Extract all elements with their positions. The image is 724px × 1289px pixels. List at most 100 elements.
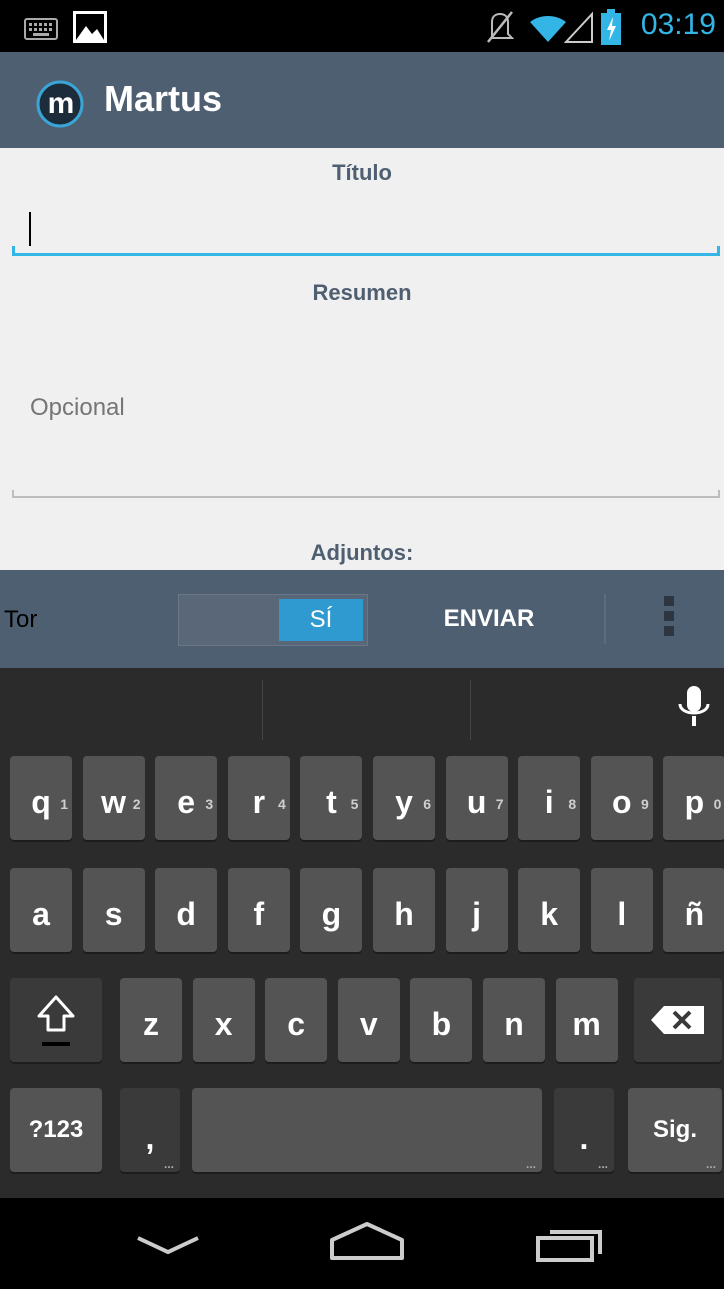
microphone-icon[interactable] — [676, 684, 712, 737]
key-y[interactable]: y6 — [373, 756, 435, 840]
key-g[interactable]: g — [300, 868, 363, 952]
backspace-icon — [651, 1006, 704, 1034]
key-i[interactable]: i8 — [518, 756, 581, 840]
key-k[interactable]: k — [518, 868, 581, 952]
key-label: e — [177, 784, 196, 820]
backspace-key[interactable] — [634, 978, 722, 1062]
key-m[interactable]: m — [555, 978, 618, 1062]
keyboard-icon — [24, 18, 58, 45]
key-label: x — [214, 1006, 233, 1042]
key-j[interactable]: j — [445, 868, 508, 952]
suggestion-strip — [0, 668, 724, 748]
overflow-menu-icon[interactable] — [660, 596, 678, 642]
key-label: d — [176, 896, 196, 932]
status-bar: 03:19 — [0, 0, 724, 52]
key-h[interactable]: h — [373, 868, 435, 952]
key-z[interactable]: z — [120, 978, 182, 1062]
title-underline — [12, 253, 720, 256]
key-hint: 4 — [278, 796, 286, 812]
key-label: g — [321, 896, 342, 932]
shift-key[interactable] — [10, 978, 102, 1062]
title-field[interactable] — [12, 204, 720, 256]
key-label: i — [544, 784, 554, 820]
symbols-key-label: ?123 — [28, 1116, 84, 1143]
key-label: y — [395, 784, 413, 820]
home-icon[interactable] — [326, 1220, 408, 1269]
key-label: u — [466, 784, 487, 820]
back-icon[interactable] — [132, 1228, 204, 1267]
key-ñ[interactable]: ñ — [663, 868, 724, 952]
key-e[interactable]: e3 — [155, 756, 218, 840]
key-label: v — [359, 1006, 378, 1042]
space-key[interactable]: ... — [192, 1088, 542, 1172]
period-key[interactable]: .... — [554, 1088, 614, 1172]
key-n[interactable]: n — [483, 978, 545, 1062]
comma-key[interactable]: ,... — [120, 1088, 180, 1172]
key-v[interactable]: v — [337, 978, 400, 1062]
wifi-icon — [528, 12, 568, 49]
symbols-key[interactable]: ?123 — [10, 1088, 102, 1172]
key-f[interactable]: f — [227, 868, 290, 952]
key-hint: 7 — [495, 796, 504, 812]
key-hint: 6 — [423, 796, 431, 812]
suggestion-divider — [470, 680, 471, 740]
key-r[interactable]: r4 — [227, 756, 290, 840]
soft-keyboard: ?123 ,... ... .... Sig.... q1w2e3r4t5y6u… — [0, 668, 724, 1198]
image-icon — [72, 10, 108, 49]
summary-field[interactable] — [12, 324, 720, 504]
key-label: l — [617, 896, 627, 932]
title-label: Título — [332, 160, 392, 185]
signal-icon — [563, 10, 594, 49]
send-button[interactable]: ENVIAR — [388, 594, 590, 644]
bottom-action-bar: Tor SÍ ENVIAR — [0, 570, 724, 668]
key-x[interactable]: x — [192, 978, 255, 1062]
comma-key-label: , — [145, 1120, 155, 1156]
report-form: Título Resumen Adjuntos: — [0, 148, 724, 570]
tor-label: Tor — [4, 606, 38, 633]
key-label: t — [326, 784, 337, 820]
key-hint: 2 — [132, 796, 141, 812]
key-hint: 1 — [60, 796, 68, 812]
app-title: Martus — [104, 78, 223, 119]
next-key[interactable]: Sig.... — [628, 1088, 722, 1172]
key-label: w — [101, 784, 127, 820]
key-b[interactable]: b — [410, 978, 473, 1062]
key-hint: 3 — [205, 796, 214, 812]
key-label: m — [572, 1006, 601, 1042]
key-hint: 8 — [568, 796, 577, 812]
tor-toggle-knob[interactable]: SÍ — [279, 599, 363, 641]
title-underline-right-tick — [717, 246, 720, 254]
summary-underline-left-tick — [12, 490, 14, 498]
key-label: r — [252, 784, 266, 820]
key-label: s — [104, 896, 123, 932]
key-t[interactable]: t5 — [300, 756, 363, 840]
key-label: h — [394, 896, 414, 932]
period-key-label: . — [579, 1120, 589, 1156]
next-key-label: Sig. — [652, 1116, 697, 1143]
key-s[interactable]: s — [82, 868, 145, 952]
key-label: ñ — [684, 896, 705, 932]
key-o[interactable]: o9 — [590, 756, 653, 840]
navigation-bar — [0, 1198, 724, 1289]
key-hint: 0 — [713, 796, 722, 812]
key-q[interactable]: q1 — [10, 756, 72, 840]
summary-input[interactable] — [28, 392, 712, 436]
key-c[interactable]: c — [265, 978, 328, 1062]
recent-apps-icon[interactable] — [534, 1220, 610, 1269]
status-clock: 03:19 — [640, 8, 716, 41]
attachments-label: Adjuntos: — [310, 540, 414, 565]
key-label: k — [540, 896, 559, 932]
key-p[interactable]: p0 — [663, 756, 724, 840]
key-w[interactable]: w2 — [82, 756, 145, 840]
key-u[interactable]: u7 — [445, 756, 508, 840]
summary-underline — [12, 496, 720, 498]
key-a[interactable]: a — [10, 868, 72, 952]
key-d[interactable]: d — [155, 868, 218, 952]
summary-label: Resumen — [312, 280, 412, 305]
title-input[interactable] — [32, 212, 716, 250]
key-l[interactable]: l — [590, 868, 653, 952]
battery-icon — [600, 8, 622, 51]
key-hint: 5 — [350, 796, 359, 812]
tor-toggle[interactable]: SÍ — [178, 594, 368, 646]
key-label: a — [32, 896, 50, 932]
